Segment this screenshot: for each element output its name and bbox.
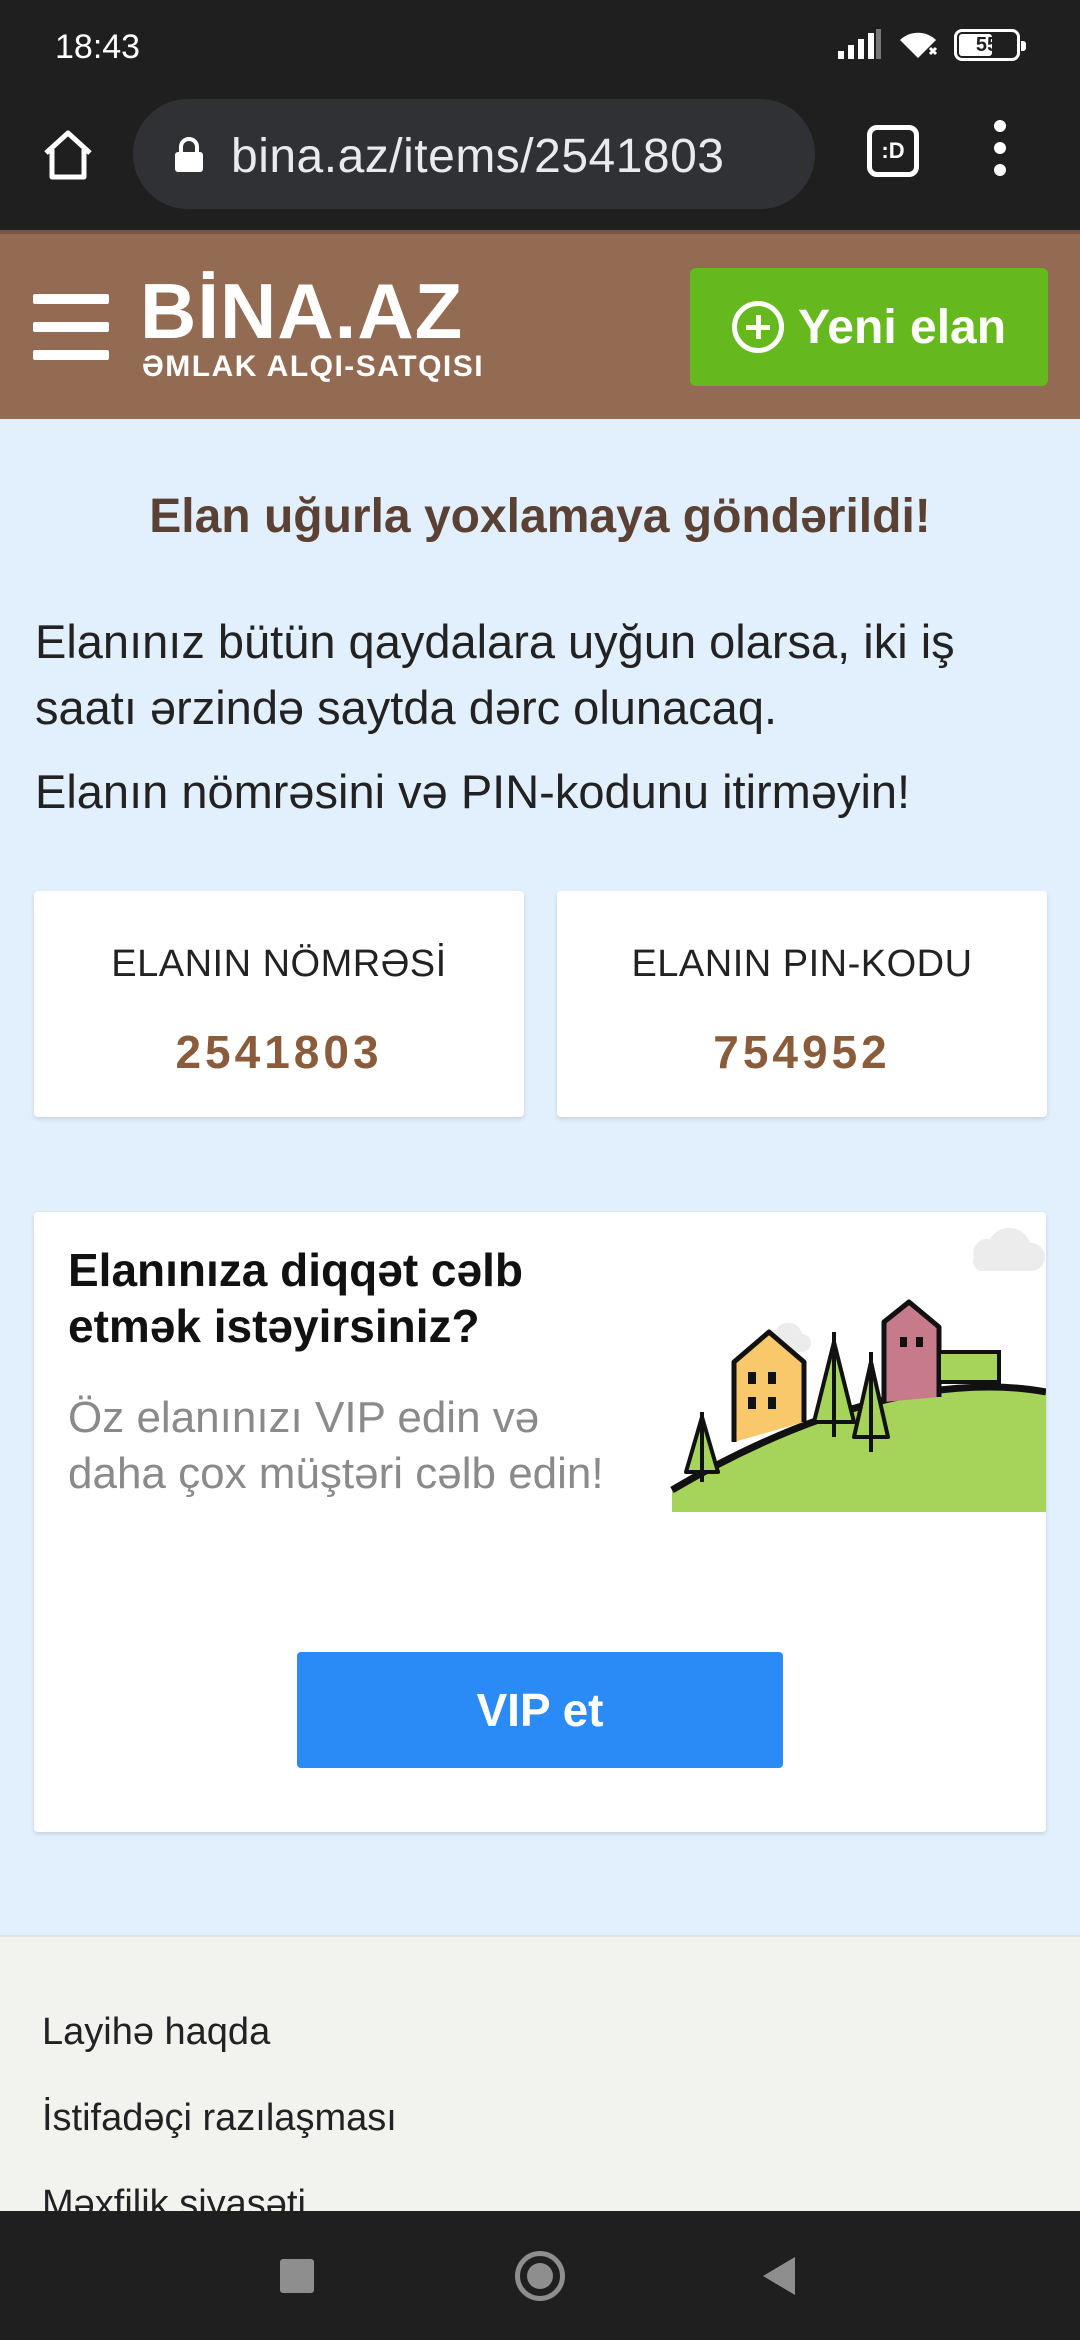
status-time: 18:43 [55, 28, 141, 66]
battery-level: 55 [975, 34, 999, 56]
pin-code-value: 754952 [713, 1026, 891, 1078]
ad-number-label: ELANIN NÖMRƏSİ [111, 943, 447, 985]
main-content: Elan uğurla yoxlamaya göndərildi! Elanın… [0, 419, 1080, 1935]
lock-icon [175, 137, 203, 172]
info-text: Elanınız bütün qaydalara uyğun olarsa, i… [35, 615, 955, 734]
home-nav-icon[interactable] [515, 2251, 565, 2301]
footer-link-terms[interactable]: İstifadəçi razılaşması [42, 2097, 397, 2140]
success-title: Elan uğurla yoxlamaya göndərildi! [149, 490, 931, 543]
houses-illustration-icon [670, 1227, 1046, 1512]
pin-code-card: ELANIN PIN-KODU 754952 [557, 891, 1047, 1117]
home-icon[interactable] [38, 125, 98, 185]
ad-number-value: 2541803 [175, 1026, 383, 1078]
vip-button[interactable]: VIP et [297, 1652, 783, 1768]
status-icons: 55 [836, 28, 1026, 62]
recent-apps-icon[interactable] [280, 2259, 314, 2293]
battery-icon: 55 [954, 29, 1026, 61]
back-icon[interactable] [763, 2257, 795, 2295]
footer: Layihə haqda İstifadəçi razılaşması Məxf… [0, 1935, 1080, 2211]
tab-switcher-icon[interactable]: :D [867, 125, 919, 177]
plus-circle-icon [731, 301, 784, 353]
url-text: bina.az/items/2541803 [231, 130, 725, 183]
warning-text: Elanın nömrəsini və PIN-kodunu itirməyin… [35, 765, 911, 818]
vip-promo-card: Elanınıza diqqət cəlb etmək istəyirsiniz… [34, 1212, 1046, 1832]
pin-code-label: ELANIN PIN-KODU [631, 943, 973, 985]
more-vert-icon[interactable] [985, 120, 1015, 182]
vip-description: Öz elanınızı VIP edin və daha çox müştər… [68, 1393, 604, 1498]
wifi-icon [900, 32, 938, 58]
logo-sub-text: ƏMLAK ALQI-SATQISI [142, 350, 485, 383]
site-header: BİNA.AZ ƏMLAK ALQI-SATQISI Yeni elan [0, 230, 1080, 419]
new-ad-label: Yeni elan [797, 300, 1007, 354]
system-nav-bar [0, 2211, 1080, 2340]
browser-toolbar: bina.az/items/2541803 :D [0, 92, 1080, 230]
address-bar[interactable]: bina.az/items/2541803 [133, 99, 815, 209]
footer-link-privacy[interactable]: Məxfilik siyasəti [42, 2183, 306, 2211]
footer-link-about[interactable]: Layihə haqda [42, 2011, 270, 2054]
vip-title: Elanınıza diqqət cəlb etmək istəyirsiniz… [68, 1244, 523, 1352]
signal-icon [838, 29, 881, 59]
site-logo[interactable]: BİNA.AZ ƏMLAK ALQI-SATQISI [140, 272, 484, 384]
new-ad-button[interactable]: Yeni elan [690, 268, 1048, 386]
ad-number-card: ELANIN NÖMRƏSİ 2541803 [34, 891, 524, 1117]
hamburger-menu-icon[interactable] [33, 294, 109, 362]
status-bar: 18:43 55 [0, 0, 1080, 92]
logo-main-text: BİNA.AZ [140, 267, 464, 355]
